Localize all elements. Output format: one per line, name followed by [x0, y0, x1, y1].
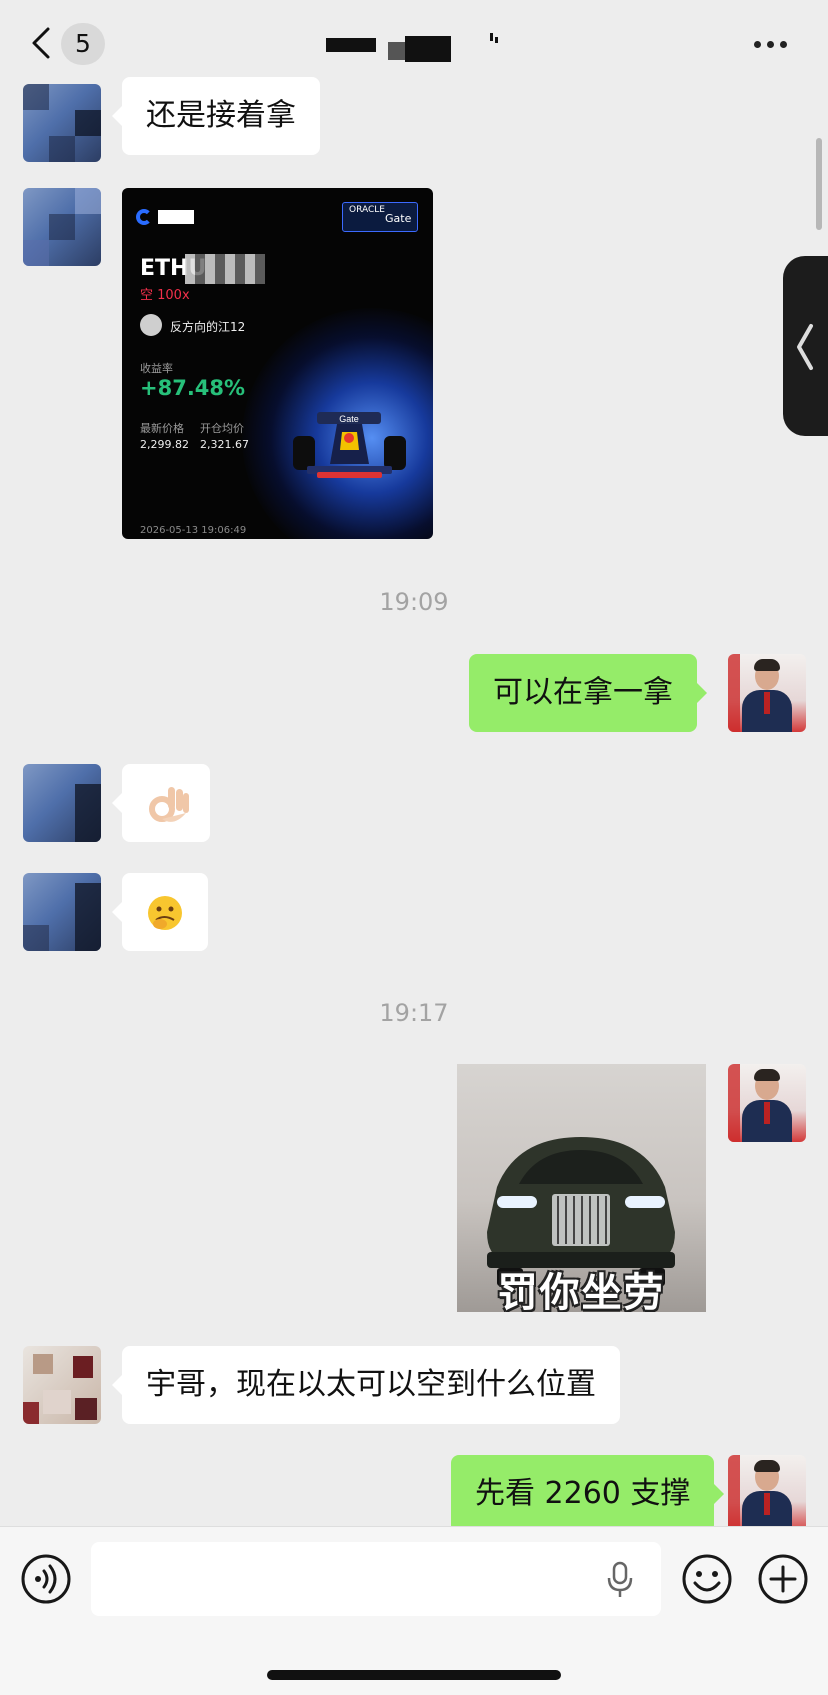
message-timestamp: 19:09 — [379, 588, 449, 616]
more-actions-button[interactable] — [757, 1553, 809, 1609]
self-avatar[interactable] — [728, 1064, 806, 1142]
trade-side: 空 100x — [140, 288, 190, 303]
contact-avatar[interactable] — [23, 764, 101, 842]
chevron-left-icon — [797, 324, 813, 370]
message-bubble[interactable]: 宇哥，现在以太可以空到什么位置 — [112, 1346, 620, 1424]
thinking-face-emoji — [148, 895, 182, 930]
contact-avatar[interactable] — [23, 84, 101, 162]
message-bubble-outgoing[interactable]: 先看 2260 支撑 — [451, 1455, 725, 1533]
back-button[interactable] — [28, 26, 58, 60]
last-price-value: 2,299.82 — [140, 438, 189, 451]
avg-open-value: 2,321.67 — [200, 438, 249, 451]
roi-value: +87.48% — [140, 376, 246, 400]
more-icon — [754, 40, 761, 48]
mic-icon — [607, 1561, 633, 1597]
message-input[interactable] — [91, 1542, 661, 1616]
voice-icon — [21, 1554, 71, 1604]
user-avatar-icon — [140, 314, 162, 336]
self-avatar[interactable] — [728, 654, 806, 732]
contact-avatar[interactable] — [23, 1346, 101, 1424]
last-price-label: 最新价格 — [140, 422, 184, 435]
more-button[interactable] — [754, 34, 794, 54]
mic-button[interactable] — [605, 1561, 635, 1603]
sponsor-badge: ORACLE Gate — [342, 202, 418, 232]
meme-caption: 罚你坐劳 — [497, 1270, 666, 1312]
chat-header: 5 — [0, 0, 828, 86]
unread-count-badge[interactable]: 5 — [61, 23, 105, 65]
chevron-left-icon — [32, 27, 50, 59]
message-bubble[interactable]: 还是接着拿 — [112, 77, 320, 155]
card-timestamp: 2026-05-13 19:06:49 — [140, 525, 247, 536]
trader-name: 反方向的江12 — [170, 320, 246, 334]
ok-hand-emoji — [149, 786, 189, 822]
contact-avatar[interactable] — [23, 188, 101, 266]
side-panel-handle[interactable] — [783, 256, 828, 436]
avg-open-label: 开仓均价 — [200, 422, 244, 435]
contact-avatar[interactable] — [23, 873, 101, 951]
home-indicator[interactable] — [267, 1670, 561, 1680]
emoji-message-bubble[interactable] — [112, 764, 210, 842]
emoji-icon — [682, 1554, 732, 1604]
meme-image[interactable]: 罚你坐劳 — [457, 1064, 706, 1312]
emoji-button[interactable] — [681, 1553, 733, 1609]
message-bubble-outgoing[interactable]: 可以在拿一拿 — [469, 654, 707, 732]
trade-card-image[interactable]: ORACLE Gate ETHU 空 100x 反方向的江12 收益率 +87.… — [122, 188, 433, 539]
plus-icon — [758, 1554, 808, 1604]
svg-text:Gate: Gate — [339, 414, 359, 424]
voice-toggle-button[interactable] — [20, 1553, 72, 1609]
message-bubble[interactable] — [112, 873, 208, 951]
exchange-logo-icon — [136, 209, 152, 225]
self-avatar[interactable] — [728, 1455, 806, 1533]
message-timestamp: 19:17 — [379, 999, 449, 1027]
race-car-icon: Gate — [293, 412, 406, 478]
roi-label: 收益率 — [140, 362, 173, 375]
scroll-indicator[interactable] — [816, 138, 822, 230]
